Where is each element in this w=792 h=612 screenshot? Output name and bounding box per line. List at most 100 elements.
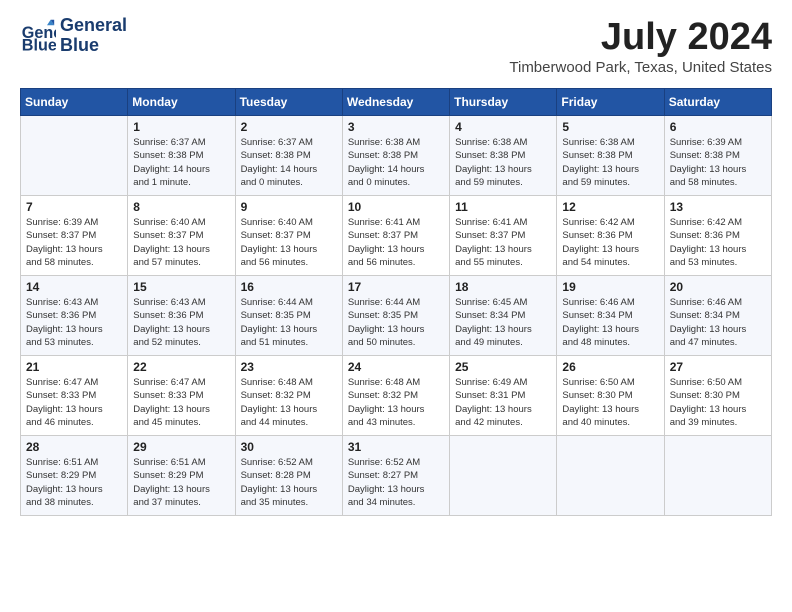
header-cell-saturday: Saturday <box>664 89 771 116</box>
day-cell: 4 Sunrise: 6:38 AM Sunset: 8:38 PM Daylig… <box>450 116 557 196</box>
day-number: 11 <box>455 200 551 214</box>
week-row-1: 1 Sunrise: 6:37 AM Sunset: 8:38 PM Daylig… <box>21 116 772 196</box>
day-number: 23 <box>241 360 337 374</box>
logo: General Blue General Blue <box>20 16 127 56</box>
day-detail: Sunrise: 6:50 AM Sunset: 8:30 PM Dayligh… <box>562 376 658 429</box>
day-number: 19 <box>562 280 658 294</box>
day-detail: Sunrise: 6:43 AM Sunset: 8:36 PM Dayligh… <box>133 296 229 349</box>
day-number: 10 <box>348 200 444 214</box>
week-row-5: 28 Sunrise: 6:51 AM Sunset: 8:29 PM Dayli… <box>21 436 772 516</box>
day-number: 28 <box>26 440 122 454</box>
day-number: 30 <box>241 440 337 454</box>
header-cell-monday: Monday <box>128 89 235 116</box>
day-cell: 3 Sunrise: 6:38 AM Sunset: 8:38 PM Daylig… <box>342 116 449 196</box>
day-detail: Sunrise: 6:52 AM Sunset: 8:27 PM Dayligh… <box>348 456 444 509</box>
day-detail: Sunrise: 6:42 AM Sunset: 8:36 PM Dayligh… <box>562 216 658 269</box>
day-detail: Sunrise: 6:48 AM Sunset: 8:32 PM Dayligh… <box>348 376 444 429</box>
day-number: 5 <box>562 120 658 134</box>
day-cell: 19Sunrise: 6:46 AM Sunset: 8:34 PM Dayli… <box>557 276 664 356</box>
day-number: 4 <box>455 120 551 134</box>
day-number: 9 <box>241 200 337 214</box>
day-number: 13 <box>670 200 766 214</box>
day-detail: Sunrise: 6:41 AM Sunset: 8:37 PM Dayligh… <box>348 216 444 269</box>
day-cell: 31Sunrise: 6:52 AM Sunset: 8:27 PM Dayli… <box>342 436 449 516</box>
day-number: 17 <box>348 280 444 294</box>
day-cell: 11 Sunrise: 6:41 AM Sunset: 8:37 PM Dayli… <box>450 196 557 276</box>
day-cell: 12 Sunrise: 6:42 AM Sunset: 8:36 PM Dayli… <box>557 196 664 276</box>
day-number: 18 <box>455 280 551 294</box>
location: Timberwood Park, Texas, United States <box>509 59 772 76</box>
day-detail: Sunrise: 6:39 AM Sunset: 8:37 PM Dayligh… <box>26 216 122 269</box>
day-detail: Sunrise: 6:40 AM Sunset: 8:37 PM Dayligh… <box>133 216 229 269</box>
day-detail: Sunrise: 6:38 AM Sunset: 8:38 PM Dayligh… <box>348 136 444 189</box>
day-cell <box>21 116 128 196</box>
day-cell: 20 Sunrise: 6:46 AM Sunset: 8:34 PM Dayli… <box>664 276 771 356</box>
day-number: 22 <box>133 360 229 374</box>
day-cell: 1 Sunrise: 6:37 AM Sunset: 8:38 PM Daylig… <box>128 116 235 196</box>
day-detail: Sunrise: 6:38 AM Sunset: 8:38 PM Dayligh… <box>562 136 658 189</box>
calendar-table: SundayMondayTuesdayWednesdayThursdayFrid… <box>20 88 772 516</box>
day-number: 14 <box>26 280 122 294</box>
day-detail: Sunrise: 6:43 AM Sunset: 8:36 PM Dayligh… <box>26 296 122 349</box>
header-cell-sunday: Sunday <box>21 89 128 116</box>
day-detail: Sunrise: 6:50 AM Sunset: 8:30 PM Dayligh… <box>670 376 766 429</box>
day-cell: 27 Sunrise: 6:50 AM Sunset: 8:30 PM Dayli… <box>664 356 771 436</box>
month-year: July 2024 <box>509 16 772 59</box>
day-cell: 21 Sunrise: 6:47 AM Sunset: 8:33 PM Dayli… <box>21 356 128 436</box>
day-number: 12 <box>562 200 658 214</box>
day-number: 1 <box>133 120 229 134</box>
day-cell: 18 Sunrise: 6:45 AM Sunset: 8:34 PM Dayli… <box>450 276 557 356</box>
day-cell: 13 Sunrise: 6:42 AM Sunset: 8:36 PM Dayli… <box>664 196 771 276</box>
week-row-3: 14 Sunrise: 6:43 AM Sunset: 8:36 PM Dayli… <box>21 276 772 356</box>
day-detail: Sunrise: 6:42 AM Sunset: 8:36 PM Dayligh… <box>670 216 766 269</box>
day-number: 24 <box>348 360 444 374</box>
day-cell: 15 Sunrise: 6:43 AM Sunset: 8:36 PM Dayli… <box>128 276 235 356</box>
day-number: 15 <box>133 280 229 294</box>
day-cell: 6 Sunrise: 6:39 AM Sunset: 8:38 PM Daylig… <box>664 116 771 196</box>
day-detail: Sunrise: 6:46 AM Sunset: 8:34 PM Dayligh… <box>670 296 766 349</box>
day-cell <box>450 436 557 516</box>
header-cell-friday: Friday <box>557 89 664 116</box>
header-cell-tuesday: Tuesday <box>235 89 342 116</box>
day-number: 2 <box>241 120 337 134</box>
day-detail: Sunrise: 6:37 AM Sunset: 8:38 PM Dayligh… <box>241 136 337 189</box>
week-row-2: 7Sunrise: 6:39 AM Sunset: 8:37 PM Daylig… <box>21 196 772 276</box>
day-number: 20 <box>670 280 766 294</box>
day-cell: 28Sunrise: 6:51 AM Sunset: 8:29 PM Dayli… <box>21 436 128 516</box>
day-detail: Sunrise: 6:40 AM Sunset: 8:37 PM Dayligh… <box>241 216 337 269</box>
day-cell: 29Sunrise: 6:51 AM Sunset: 8:29 PM Dayli… <box>128 436 235 516</box>
header-row: SundayMondayTuesdayWednesdayThursdayFrid… <box>21 89 772 116</box>
day-detail: Sunrise: 6:37 AM Sunset: 8:38 PM Dayligh… <box>133 136 229 189</box>
day-number: 6 <box>670 120 766 134</box>
day-number: 21 <box>26 360 122 374</box>
day-cell: 14 Sunrise: 6:43 AM Sunset: 8:36 PM Dayli… <box>21 276 128 356</box>
day-detail: Sunrise: 6:47 AM Sunset: 8:33 PM Dayligh… <box>26 376 122 429</box>
svg-text:Blue: Blue <box>22 36 56 54</box>
day-detail: Sunrise: 6:45 AM Sunset: 8:34 PM Dayligh… <box>455 296 551 349</box>
day-cell: 24 Sunrise: 6:48 AM Sunset: 8:32 PM Dayli… <box>342 356 449 436</box>
header-cell-wednesday: Wednesday <box>342 89 449 116</box>
day-cell: 23Sunrise: 6:48 AM Sunset: 8:32 PM Dayli… <box>235 356 342 436</box>
day-cell: 5 Sunrise: 6:38 AM Sunset: 8:38 PM Daylig… <box>557 116 664 196</box>
day-detail: Sunrise: 6:41 AM Sunset: 8:37 PM Dayligh… <box>455 216 551 269</box>
day-detail: Sunrise: 6:38 AM Sunset: 8:38 PM Dayligh… <box>455 136 551 189</box>
week-row-4: 21 Sunrise: 6:47 AM Sunset: 8:33 PM Dayli… <box>21 356 772 436</box>
day-number: 27 <box>670 360 766 374</box>
day-detail: Sunrise: 6:51 AM Sunset: 8:29 PM Dayligh… <box>133 456 229 509</box>
day-number: 26 <box>562 360 658 374</box>
day-detail: Sunrise: 6:44 AM Sunset: 8:35 PM Dayligh… <box>348 296 444 349</box>
day-detail: Sunrise: 6:44 AM Sunset: 8:35 PM Dayligh… <box>241 296 337 349</box>
logo-text: General Blue <box>60 16 127 56</box>
day-detail: Sunrise: 6:52 AM Sunset: 8:28 PM Dayligh… <box>241 456 337 509</box>
day-detail: Sunrise: 6:39 AM Sunset: 8:38 PM Dayligh… <box>670 136 766 189</box>
day-cell: 25Sunrise: 6:49 AM Sunset: 8:31 PM Dayli… <box>450 356 557 436</box>
day-number: 3 <box>348 120 444 134</box>
day-cell: 30 Sunrise: 6:52 AM Sunset: 8:28 PM Dayli… <box>235 436 342 516</box>
day-cell <box>664 436 771 516</box>
day-cell: 16Sunrise: 6:44 AM Sunset: 8:35 PM Dayli… <box>235 276 342 356</box>
day-detail: Sunrise: 6:47 AM Sunset: 8:33 PM Dayligh… <box>133 376 229 429</box>
day-cell: 8Sunrise: 6:40 AM Sunset: 8:37 PM Daylig… <box>128 196 235 276</box>
day-cell: 7Sunrise: 6:39 AM Sunset: 8:37 PM Daylig… <box>21 196 128 276</box>
calendar-body: 1 Sunrise: 6:37 AM Sunset: 8:38 PM Daylig… <box>21 116 772 516</box>
day-cell: 22 Sunrise: 6:47 AM Sunset: 8:33 PM Dayli… <box>128 356 235 436</box>
